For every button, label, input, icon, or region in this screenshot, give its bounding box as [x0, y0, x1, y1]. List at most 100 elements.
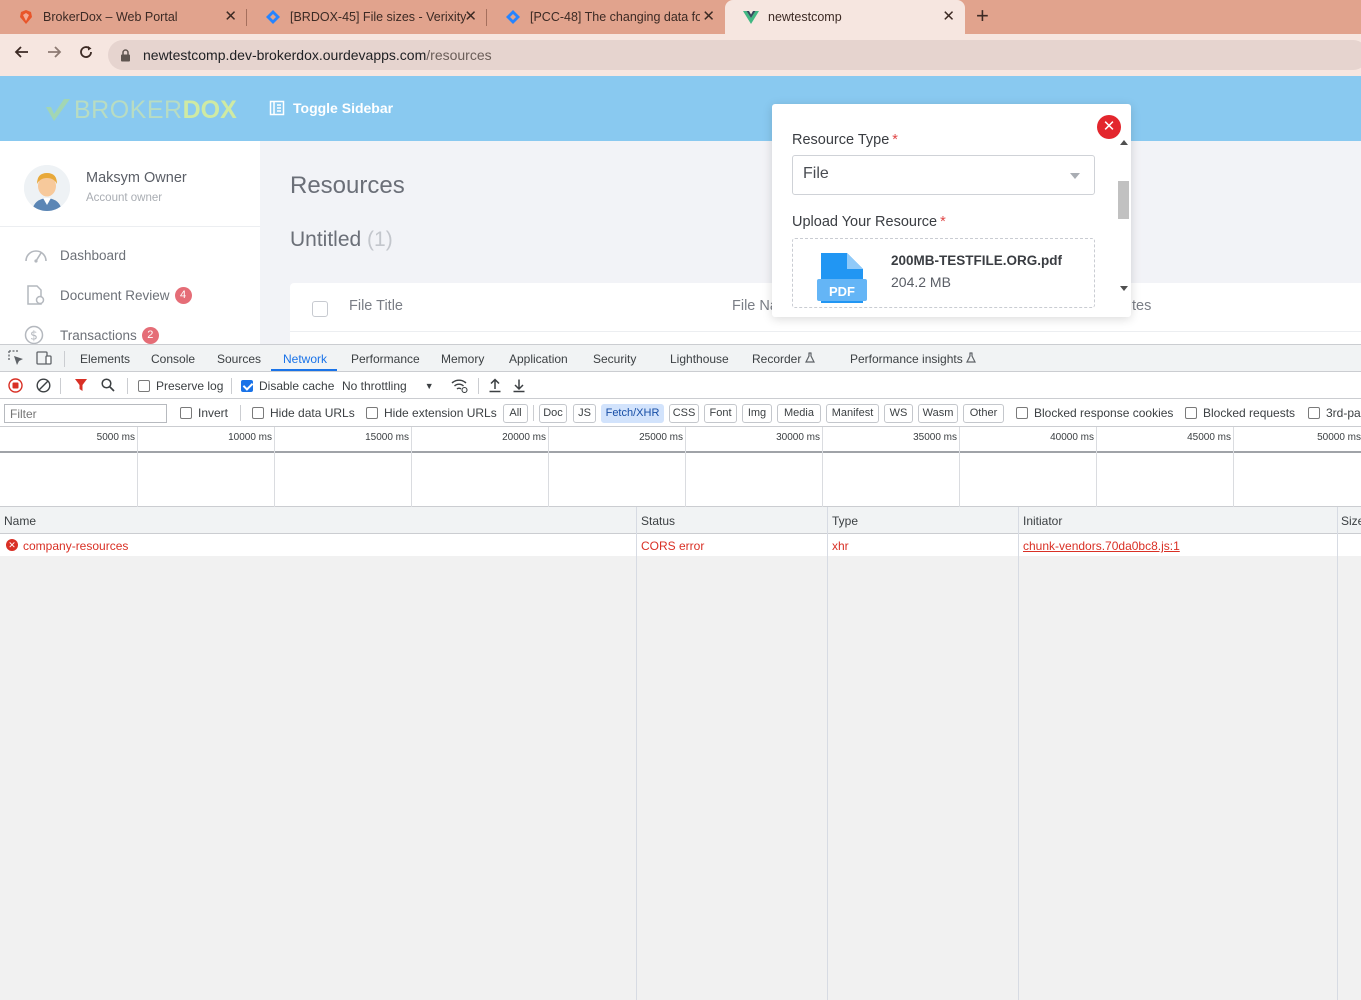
- record-stop-icon[interactable]: [8, 378, 23, 393]
- blocked-requests-checkbox[interactable]: Blocked requests: [1185, 406, 1295, 420]
- filter-doc[interactable]: Doc: [539, 404, 567, 423]
- network-overview-timeline[interactable]: 5000 ms 10000 ms 15000 ms 20000 ms 25000…: [0, 427, 1361, 507]
- preserve-log-checkbox[interactable]: Preserve log: [138, 379, 223, 393]
- clear-icon[interactable]: [36, 378, 51, 393]
- tab-performance[interactable]: Performance: [351, 352, 420, 366]
- request-table-empty-area: [0, 556, 1361, 1000]
- reload-button[interactable]: [74, 43, 98, 67]
- document-icon: [27, 285, 45, 305]
- new-tab-button[interactable]: +: [976, 5, 989, 27]
- filter-all[interactable]: All: [503, 404, 528, 423]
- filter-manifest[interactable]: Manifest: [826, 404, 879, 423]
- filter-js[interactable]: JS: [573, 404, 596, 423]
- scroll-down-arrow-icon[interactable]: [1120, 286, 1128, 291]
- checkbox-box: [241, 380, 253, 392]
- timeline-tick-label: 25000 ms: [639, 432, 683, 443]
- filter-img[interactable]: Img: [742, 404, 772, 423]
- disable-cache-checkbox[interactable]: Disable cache: [241, 379, 334, 393]
- checkbox-box: [1185, 407, 1197, 419]
- column-header-initiator[interactable]: Initiator: [1023, 514, 1062, 528]
- upload-dropzone[interactable]: PDF 200MB-TESTFILE.ORG.pdf 204.2 MB: [792, 238, 1095, 308]
- checkbox-box: [180, 407, 192, 419]
- tab-memory[interactable]: Memory: [441, 352, 484, 366]
- filter-input[interactable]: [4, 404, 167, 423]
- chevron-down-icon: [1070, 173, 1080, 179]
- filter-media[interactable]: Media: [777, 404, 821, 423]
- tab-application[interactable]: Application: [509, 352, 568, 366]
- filter-font[interactable]: Font: [704, 404, 737, 423]
- forward-button[interactable]: [42, 43, 66, 67]
- timeline-tick-label: 35000 ms: [913, 432, 957, 443]
- browser-tab-pcc48[interactable]: [PCC-48] The changing data form ✕: [487, 0, 725, 34]
- filter-ws[interactable]: WS: [884, 404, 913, 423]
- third-party-checkbox[interactable]: 3rd-pa: [1308, 406, 1361, 420]
- scroll-up-arrow-icon[interactable]: [1120, 140, 1128, 145]
- close-tab-icon[interactable]: ✕: [702, 9, 715, 25]
- sidebar-item-document-review[interactable]: Document Review 4: [24, 285, 192, 305]
- address-bar[interactable]: newtestcomp.dev-brokerdox.ourdevapps.com…: [108, 40, 1361, 70]
- timeline-tick-label: 20000 ms: [502, 432, 546, 443]
- arrow-right-icon: [48, 46, 62, 58]
- tab-elements[interactable]: Elements: [80, 352, 130, 366]
- export-har-icon[interactable]: [512, 378, 526, 393]
- tab-network[interactable]: Network: [283, 352, 327, 366]
- page-title: Resources: [290, 172, 405, 199]
- tab-sources[interactable]: Sources: [217, 352, 261, 366]
- sidebar-item-label: Transactions: [60, 327, 137, 343]
- tab-title: newtestcomp: [768, 10, 842, 24]
- filter-other[interactable]: Other: [963, 404, 1004, 423]
- invert-checkbox[interactable]: Invert: [180, 406, 228, 420]
- resource-type-label: Resource Type *: [792, 132, 898, 148]
- scroll-thumb[interactable]: [1118, 181, 1129, 219]
- modal-scrollbar[interactable]: [1117, 134, 1131, 317]
- tab-console[interactable]: Console: [151, 352, 195, 366]
- column-header-type[interactable]: Type: [832, 514, 858, 528]
- throttling-select[interactable]: No throttling ▼: [342, 379, 434, 393]
- inspect-element-icon[interactable]: [8, 350, 24, 366]
- browser-tab-newtestcomp[interactable]: newtestcomp ✕: [725, 0, 965, 34]
- request-name[interactable]: company-resources: [23, 539, 128, 553]
- close-tab-icon[interactable]: ✕: [942, 9, 955, 25]
- hide-extension-urls-checkbox[interactable]: Hide extension URLs: [366, 406, 497, 420]
- toggle-sidebar-button[interactable]: Toggle Sidebar: [269, 100, 393, 116]
- checkbox-box: [1308, 407, 1320, 419]
- column-header-file-title[interactable]: File Title: [349, 298, 403, 314]
- tab-security[interactable]: Security: [593, 352, 636, 366]
- resource-type-select[interactable]: File: [792, 155, 1095, 195]
- column-header-notes[interactable]: tes: [1132, 298, 1151, 314]
- network-conditions-icon[interactable]: [451, 378, 468, 393]
- filter-css[interactable]: CSS: [669, 404, 699, 423]
- import-har-icon[interactable]: [488, 378, 502, 393]
- sidebar-item-transactions[interactable]: $ Transactions 2: [24, 325, 159, 345]
- error-icon: ✕: [6, 539, 18, 551]
- close-tab-icon[interactable]: ✕: [464, 9, 477, 25]
- pdf-file-icon: PDF: [817, 253, 867, 303]
- column-header-size[interactable]: Size: [1341, 514, 1361, 528]
- user-profile[interactable]: Maksym Owner Account owner: [24, 165, 187, 211]
- sidebar-item-dashboard[interactable]: Dashboard: [24, 245, 126, 265]
- browser-tab-brokerdox[interactable]: BrokerDox – Web Portal ✕: [0, 0, 247, 34]
- table-row[interactable]: ✕ company-resources CORS error xhr chunk…: [0, 534, 1361, 556]
- tab-recorder[interactable]: Recorder: [752, 352, 815, 366]
- tab-performance-insights[interactable]: Performance insights: [850, 352, 977, 366]
- select-all-checkbox[interactable]: [312, 301, 328, 317]
- hide-data-urls-checkbox[interactable]: Hide data URLs: [252, 406, 355, 420]
- request-initiator-link[interactable]: chunk-vendors.70da0bc8.js:1: [1023, 539, 1180, 553]
- back-button[interactable]: [10, 43, 34, 67]
- close-tab-icon[interactable]: ✕: [224, 9, 237, 25]
- dashboard-icon: [25, 250, 47, 263]
- url-host: newtestcomp.dev-brokerdox.ourdevapps.com: [143, 47, 427, 63]
- user-avatar-icon: [24, 165, 70, 211]
- browser-tab-brdox45[interactable]: [BRDOX-45] File sizes - Verixity ✕: [247, 0, 487, 34]
- lock-icon: [121, 48, 130, 61]
- column-header-name[interactable]: Name: [4, 514, 36, 528]
- blocked-response-cookies-checkbox[interactable]: Blocked response cookies: [1016, 406, 1173, 420]
- filter-icon[interactable]: [74, 378, 88, 392]
- column-header-status[interactable]: Status: [641, 514, 675, 528]
- brokerdox-logo[interactable]: BROKER DOX: [44, 96, 237, 125]
- search-icon[interactable]: [101, 378, 115, 392]
- tab-lighthouse[interactable]: Lighthouse: [670, 352, 729, 366]
- filter-wasm[interactable]: Wasm: [918, 404, 958, 423]
- filter-fetch-xhr[interactable]: Fetch/XHR: [601, 404, 664, 423]
- device-toolbar-icon[interactable]: [36, 350, 52, 366]
